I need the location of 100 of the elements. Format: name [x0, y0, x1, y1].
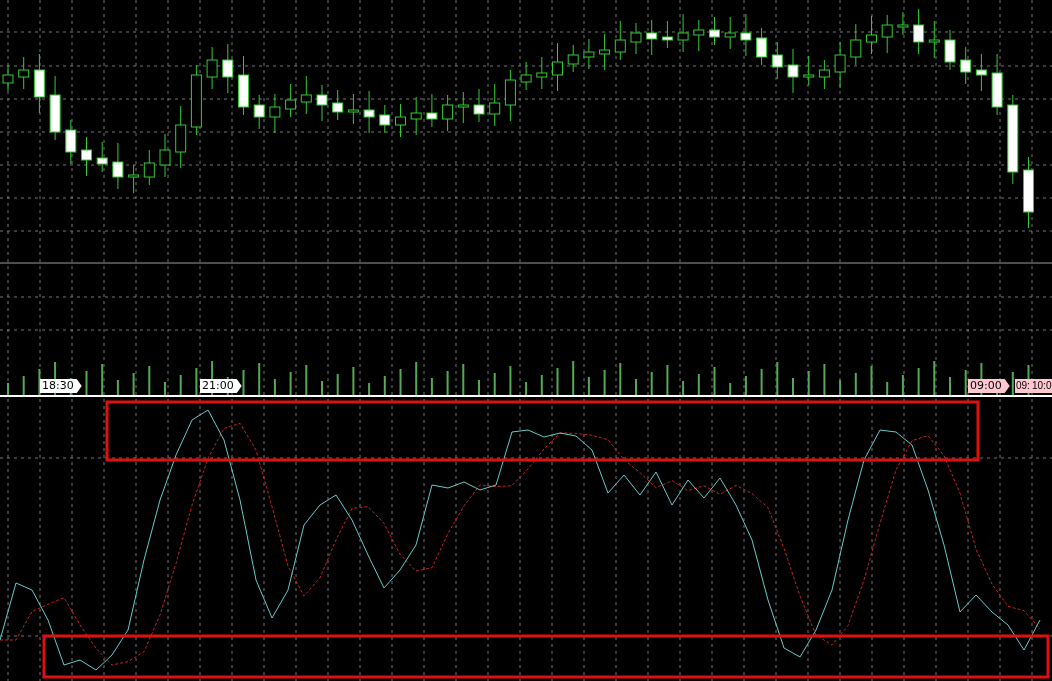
volume-bar [713, 367, 716, 395]
volume-bar [886, 382, 889, 395]
candle-icon [881, 14, 893, 54]
volume-bar [682, 381, 685, 395]
candle-icon [1023, 156, 1034, 229]
volume-bar [729, 383, 732, 395]
time-label: 18:30 [40, 379, 82, 393]
candle-icon [975, 53, 987, 92]
candle-icon [599, 33, 611, 71]
candle-icon [238, 55, 249, 116]
candle-icon [1007, 94, 1019, 185]
candle-icon [583, 38, 595, 70]
candle-icon [913, 8, 925, 55]
time-label: 21:00 [200, 379, 242, 393]
volume-bar [1011, 372, 1014, 395]
volume-bar [289, 372, 292, 395]
candle-icon [960, 46, 972, 85]
candle-icon [96, 141, 108, 173]
candle-icon [269, 93, 281, 134]
candle-icon [552, 42, 563, 92]
candle-icon [473, 88, 485, 123]
candle-icon [442, 94, 454, 132]
volume-bar [697, 374, 700, 395]
volume-bar [22, 376, 25, 395]
candle-icon [693, 19, 705, 52]
volume-bar [383, 376, 386, 395]
volume-bar [964, 370, 967, 395]
volume-bar [336, 374, 339, 395]
volume-bar [430, 378, 433, 395]
volume-bar [807, 371, 810, 395]
volume-bar [933, 361, 936, 395]
volume-bar [870, 366, 873, 395]
candle-icon [253, 94, 265, 130]
volume-bar [650, 372, 653, 395]
volume-bar [572, 361, 575, 395]
volume-bar [493, 373, 496, 395]
volume-bar [352, 367, 355, 395]
candle-icon [316, 84, 328, 122]
volume-bar [587, 377, 590, 395]
candle-icon [724, 16, 736, 50]
candle-icon [206, 46, 218, 90]
candle-icon [787, 48, 799, 94]
volume-bar [525, 382, 528, 395]
candle-icon [410, 96, 422, 136]
candle-icon [818, 59, 830, 90]
candle-icon [834, 41, 846, 89]
candle-icon [991, 53, 1003, 116]
volume-bar [305, 365, 308, 395]
candle-icon [944, 29, 956, 71]
candle-icon [222, 43, 234, 94]
volume-bar [399, 369, 402, 395]
candle-icon [803, 55, 815, 86]
candle-icon [771, 41, 783, 80]
time-label: 10:0 [1031, 379, 1052, 393]
candle-icon [928, 20, 940, 59]
volume-bar [776, 362, 779, 395]
volume-bar [744, 376, 747, 395]
candle-icon [709, 16, 720, 46]
volume-bar [132, 373, 135, 395]
candle-icon [504, 69, 516, 122]
volume-bar [38, 369, 41, 395]
volume-bar [509, 366, 512, 395]
volume-bar [148, 366, 151, 395]
candle-icon [65, 119, 77, 165]
candle-icon [646, 19, 658, 56]
candle-icon [614, 20, 626, 61]
volume-bar [116, 380, 119, 395]
volume-bar [540, 375, 543, 395]
candle-icon [379, 104, 391, 134]
candle-icon [457, 91, 469, 124]
candle-icon [395, 103, 406, 138]
candle-icon [18, 56, 30, 90]
candle-icon [285, 83, 297, 118]
time-label: 09:00 [968, 379, 1010, 393]
candle-icon [33, 53, 45, 114]
volume-bar [273, 379, 276, 395]
candle-icon [520, 61, 532, 91]
candle-icon [756, 27, 768, 66]
volume-bar [101, 364, 104, 395]
volume-bar [603, 370, 606, 395]
candle-icon [175, 105, 187, 169]
candle-icon [363, 90, 375, 134]
candle-icon [850, 23, 862, 66]
volume-bar [556, 368, 559, 395]
candle-icon [630, 22, 642, 55]
volume-bar [195, 368, 198, 395]
volume-bar [462, 364, 465, 395]
candle-icon [300, 75, 312, 115]
volume-bar [368, 383, 371, 395]
candle-icon [332, 89, 344, 121]
candle-icon [128, 164, 140, 194]
volume-bar [839, 380, 842, 395]
candle-icon [159, 133, 171, 178]
candle-icon [897, 11, 909, 36]
volume-bar [666, 365, 669, 395]
volume-bar [854, 373, 857, 395]
volume-bar [760, 369, 763, 395]
candle-icon [866, 15, 877, 55]
candle-icon [112, 142, 124, 190]
candle-icon [740, 13, 752, 57]
